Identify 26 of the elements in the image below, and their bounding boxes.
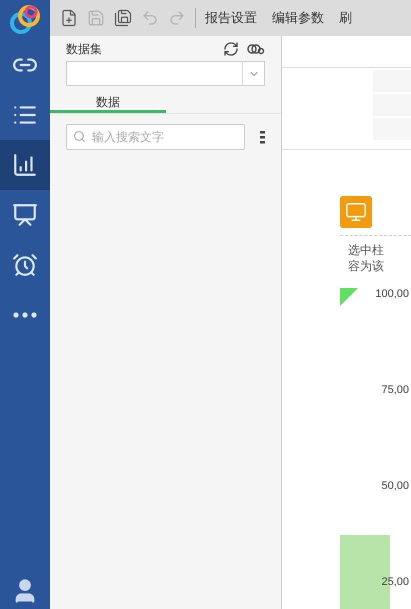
rings-icon[interactable]: [247, 43, 265, 55]
dataset-label: 数据集: [66, 41, 102, 58]
refresh-icon[interactable]: [223, 41, 239, 57]
panel-tab[interactable]: 数据: [50, 93, 166, 113]
menu-icon[interactable]: [260, 130, 265, 144]
note-text: 选中柱: [348, 242, 385, 258]
axis-label: 75,00: [381, 383, 409, 398]
new-document-icon[interactable]: [60, 9, 78, 27]
save-as-icon[interactable]: [114, 9, 132, 27]
axis-label: 100,00: [375, 287, 409, 302]
logo-icon: [8, 3, 42, 37]
toolbar-button[interactable]: 刷: [339, 8, 352, 28]
axis-label: 50,00: [381, 479, 409, 494]
alarm-clock-icon: [12, 252, 38, 278]
presentation-icon: [12, 202, 38, 228]
toolbar-button[interactable]: 编辑参数: [272, 8, 324, 28]
search-field[interactable]: 输入搜索文字: [66, 124, 245, 150]
monitor-icon: [345, 201, 367, 223]
more-icon: [13, 312, 37, 318]
triangle-marker-icon: [340, 288, 358, 306]
search-icon: [73, 130, 86, 143]
note-text: 容为该: [348, 258, 385, 274]
axis-label: 25,00: [381, 575, 409, 590]
sidebar-item[interactable]: [0, 140, 50, 190]
toolbar-button[interactable]: 报告设置: [205, 8, 257, 28]
chart-icon: [12, 152, 38, 178]
